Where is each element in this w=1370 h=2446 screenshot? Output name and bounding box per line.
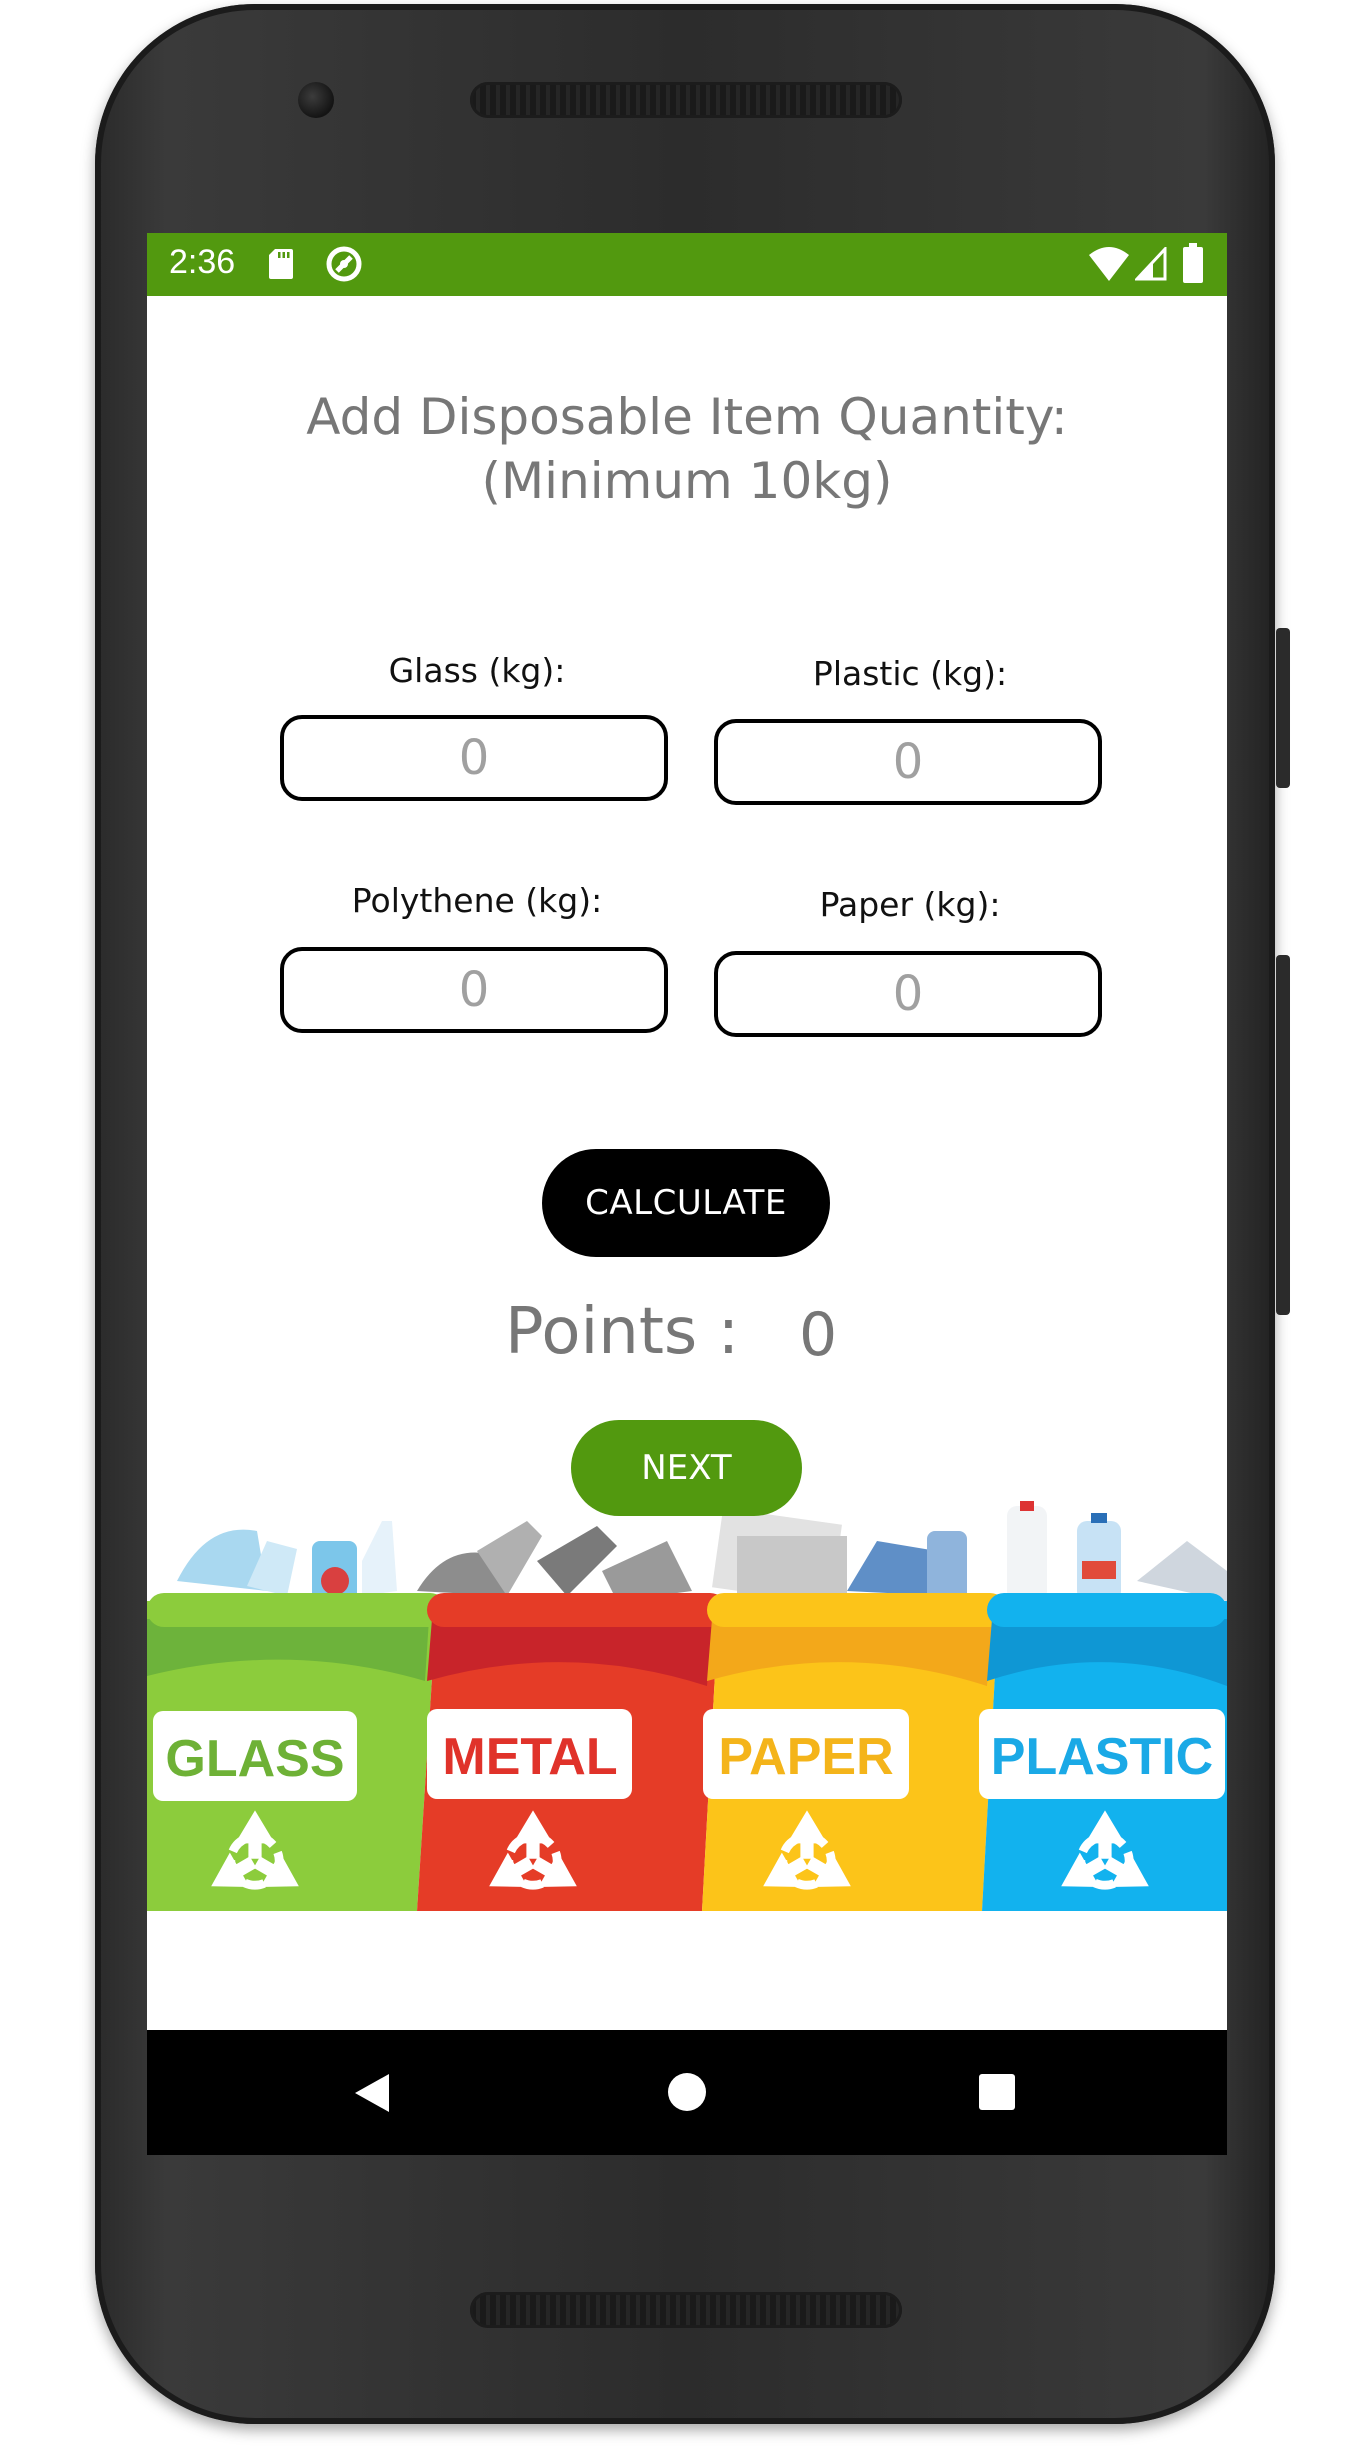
front-camera <box>298 82 334 118</box>
plastic-label: Plastic (kg): <box>812 654 1008 693</box>
page-title: Add Disposable Item Quantity: (Minimum 1… <box>147 385 1227 513</box>
navigation-bar <box>147 2030 1227 2155</box>
paper-bin-label: PAPER <box>718 1728 893 1786</box>
earpiece-speaker <box>470 82 902 118</box>
signal-icon <box>1135 247 1167 281</box>
glass-bin: GLASS <box>147 1593 447 1911</box>
recycling-bins-illustration: GLASS METAL PAPER PLASTIC <box>147 1501 1227 1911</box>
next-button[interactable]: NEXT <box>571 1420 802 1516</box>
power-button <box>1276 628 1290 788</box>
sync-icon <box>326 246 362 282</box>
page-title-line-1: Add Disposable Item Quantity: <box>306 388 1068 446</box>
status-time: 2:36 <box>169 243 236 281</box>
plastic-bin: PLASTIC <box>979 1593 1227 1911</box>
metal-bin: METAL <box>417 1593 727 1911</box>
paper-input[interactable] <box>714 951 1102 1037</box>
plastic-bin-label: PLASTIC <box>991 1728 1213 1786</box>
paper-bin: PAPER <box>702 1593 1007 1911</box>
metal-bin-label: METAL <box>442 1728 617 1786</box>
wifi-icon <box>1089 247 1129 281</box>
app-screen: 2:36 Add Disposable Item Quantity: (Mini… <box>147 233 1227 2155</box>
polythene-input[interactable] <box>280 947 668 1033</box>
home-icon[interactable] <box>667 2072 707 2112</box>
page-title-line-2: (Minimum 10kg) <box>481 452 893 510</box>
back-icon[interactable] <box>353 2072 391 2114</box>
trash-pile <box>177 1501 1227 1604</box>
polythene-label: Polythene (kg): <box>351 881 603 920</box>
recents-icon[interactable] <box>978 2073 1016 2111</box>
glass-input[interactable] <box>280 715 668 801</box>
status-bar: 2:36 <box>147 233 1227 296</box>
points-label: Points : <box>505 1295 740 1369</box>
paper-label: Paper (kg): <box>819 885 1001 924</box>
calculate-button[interactable]: CALCULATE <box>542 1149 830 1257</box>
bottom-speaker <box>470 2292 902 2328</box>
glass-bin-label: GLASS <box>165 1730 344 1788</box>
battery-icon <box>1183 243 1203 283</box>
plastic-input[interactable] <box>714 719 1102 805</box>
points-value: 0 <box>799 1300 838 1370</box>
glass-label: Glass (kg): <box>388 651 566 690</box>
volume-button <box>1276 955 1290 1315</box>
sd-card-icon <box>269 249 293 279</box>
